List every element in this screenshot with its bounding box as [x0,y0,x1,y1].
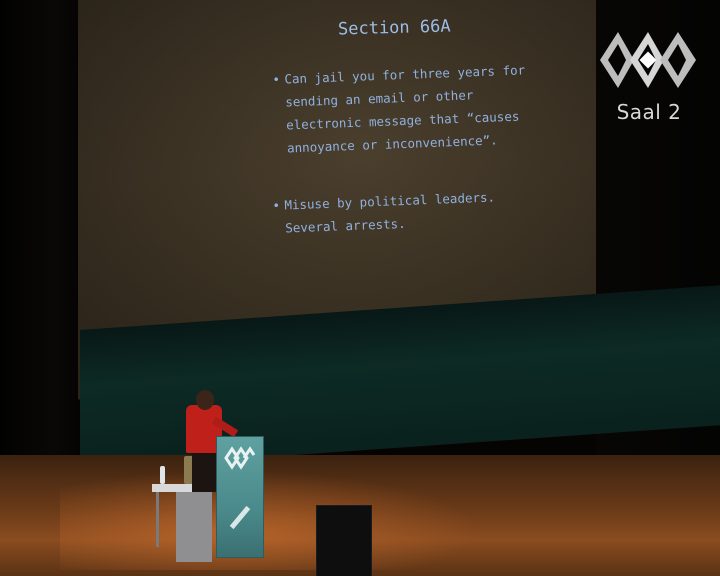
slide-bullet-2: • Misuse by political leaders. Several a… [272,185,496,240]
side-table-leg [156,492,159,547]
lectern-decor-bar [229,505,251,530]
bullet-marker: • [272,197,281,213]
slide-bullet-1: • Can jail you for three years for sendi… [272,58,528,160]
lectern-logo-icon [224,446,256,470]
water-bottle [160,466,165,484]
hall-label: Saal 2 [616,100,682,124]
lecture-hall-scene: Section 66A • Can jail you for three yea… [0,0,720,576]
bullet-marker: • [272,71,281,87]
slide-title: Section 66A [337,16,451,40]
foreground-monitor [316,505,372,576]
conference-logo-icon [600,32,696,88]
stage-light-glow [60,470,480,570]
lectern [216,436,264,558]
side-table-cabinet [176,492,212,562]
speaker-legs [192,450,218,492]
speaker-head [196,390,214,410]
